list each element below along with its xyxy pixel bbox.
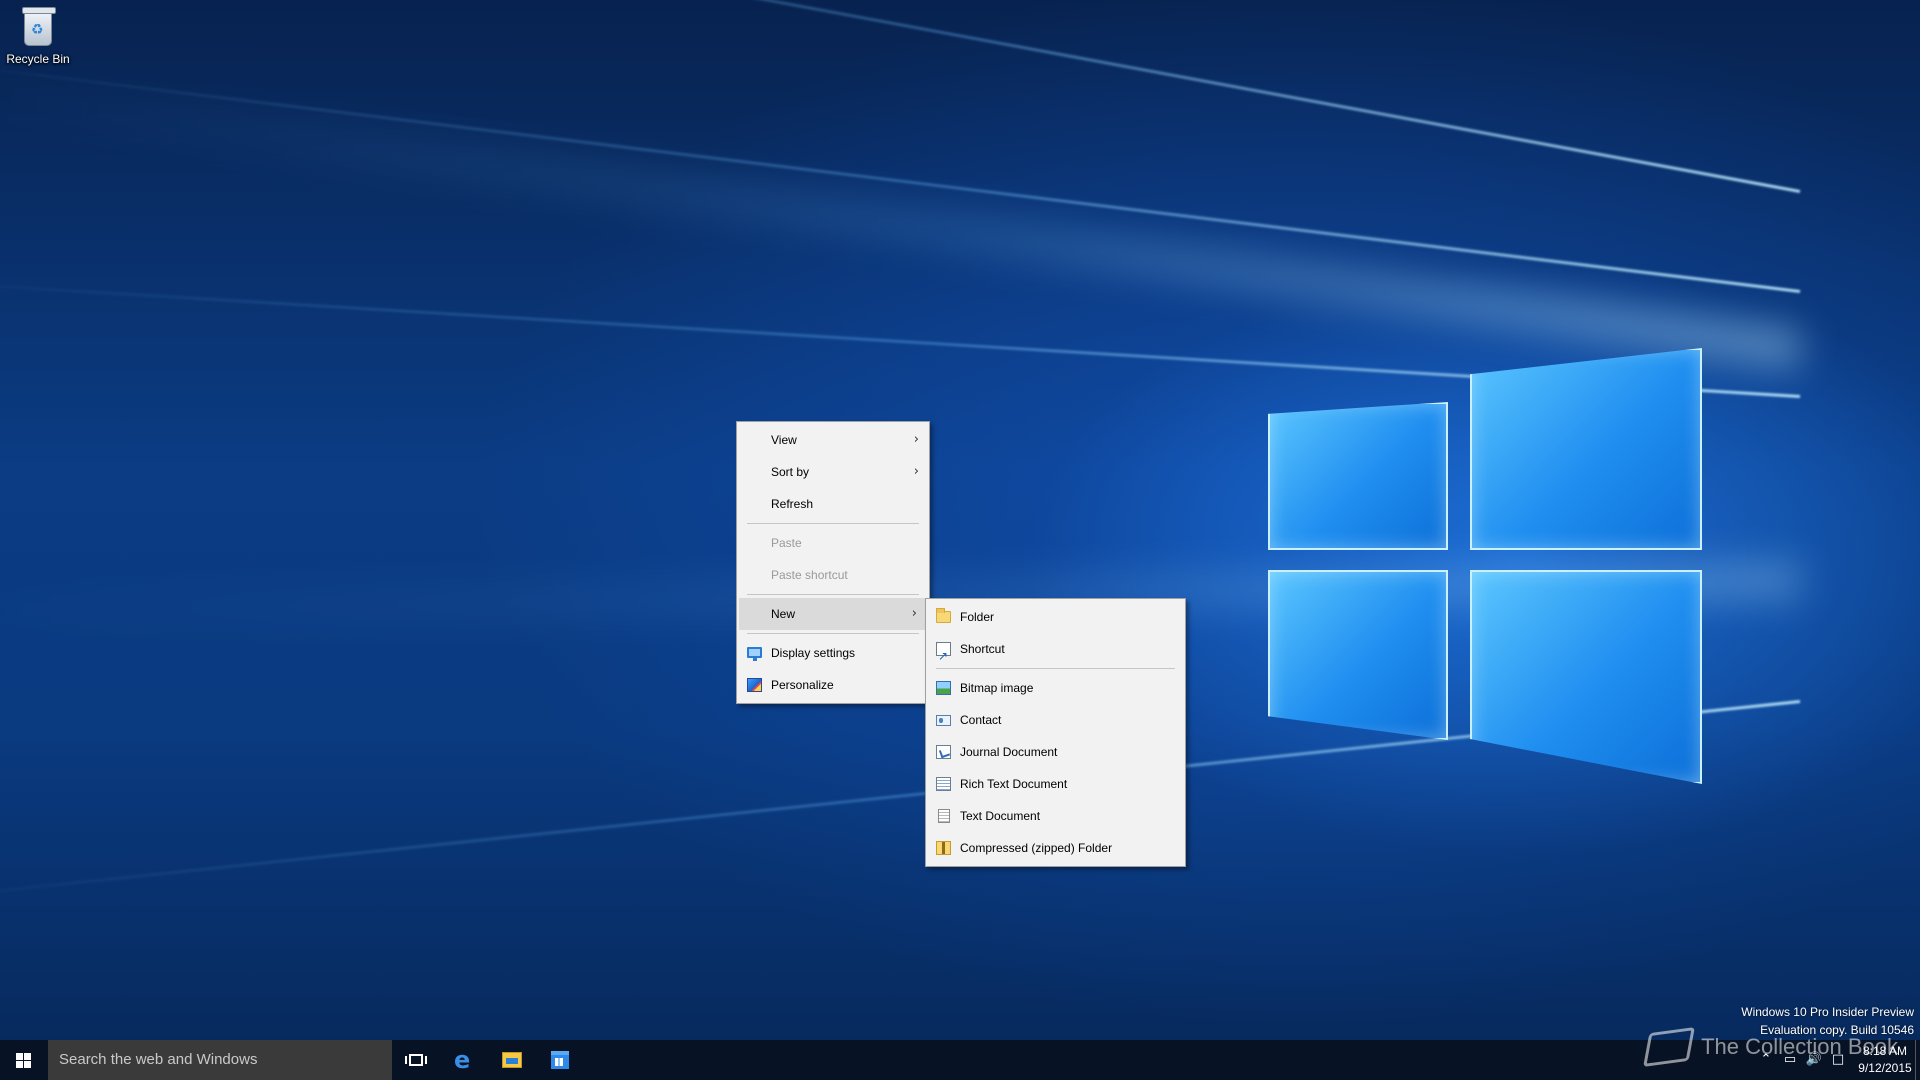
task-view-button[interactable] (392, 1040, 440, 1080)
menu-separator (936, 668, 1175, 669)
menu-item-personalize[interactable]: Personalize (737, 669, 929, 701)
store-taskbar-button[interactable] (536, 1040, 584, 1080)
menu-item-label: Journal Document (960, 745, 1058, 759)
desktop-wallpaper[interactable]: ♻ Recycle Bin (0, 0, 1920, 1040)
show-desktop-button[interactable] (1915, 1040, 1920, 1080)
watermark-line-edition: Windows 10 Pro Insider Preview (1741, 1005, 1914, 1019)
submenu-item-bitmap[interactable]: Bitmap image (926, 672, 1185, 704)
menu-item-label: Refresh (771, 497, 814, 511)
clock-date: 9/12/2015 (1858, 1061, 1912, 1075)
recycle-bin-label: Recycle Bin (6, 52, 70, 66)
menu-item-label: Sort by (771, 465, 810, 479)
volume-icon[interactable]: 🔊 (1802, 1040, 1826, 1080)
submenu-item-text-document[interactable]: Text Document (926, 800, 1185, 832)
menu-separator (747, 594, 919, 595)
windows-logo-wallpaper (1260, 340, 1720, 790)
network-icon[interactable]: ▭ (1778, 1040, 1802, 1080)
menu-item-paste-shortcut[interactable]: Paste shortcut (737, 559, 929, 591)
menu-item-view[interactable]: View › (737, 424, 929, 456)
windows-start-icon (16, 1053, 32, 1068)
light-beam (0, 65, 1803, 370)
light-beam (0, 0, 1801, 193)
menu-item-label: Text Document (960, 809, 1041, 823)
search-placeholder: Search the web and Windows (59, 1051, 258, 1068)
recycle-bin-desktop-icon[interactable]: ♻ Recycle Bin (4, 6, 72, 78)
menu-item-label: Shortcut (960, 642, 1005, 656)
menu-item-label: Folder (960, 610, 995, 624)
menu-item-sort-by[interactable]: Sort by › (737, 456, 929, 488)
menu-item-paste[interactable]: Paste (737, 527, 929, 559)
folder-icon (936, 608, 951, 623)
menu-item-label: View (771, 433, 797, 447)
store-icon (551, 1051, 569, 1069)
menu-item-label: Personalize (771, 678, 834, 692)
chevron-right-icon: › (911, 606, 917, 621)
search-box[interactable]: Search the web and Windows (48, 1040, 392, 1080)
menu-item-label: Bitmap image (960, 681, 1034, 695)
clock-time: 8:18 AM (1862, 1044, 1908, 1058)
journal-icon (936, 745, 951, 759)
menu-item-label: Paste shortcut (771, 568, 848, 582)
menu-item-label: New (771, 607, 796, 621)
bitmap-icon (936, 681, 951, 695)
text-document-icon (938, 809, 950, 823)
submenu-item-rich-text[interactable]: Rich Text Document (926, 768, 1185, 800)
submenu-item-journal[interactable]: Journal Document (926, 736, 1185, 768)
new-submenu: Folder Shortcut Bitmap image Contact Jou… (925, 598, 1186, 867)
menu-item-label: Compressed (zipped) Folder (960, 841, 1113, 855)
chevron-right-icon: › (913, 464, 919, 479)
recycle-bin-icon: ♻ (22, 7, 56, 46)
menu-item-label: Paste (771, 536, 802, 550)
file-explorer-icon (502, 1052, 522, 1068)
desktop-context-menu: View › Sort by › Refresh Paste Paste sho… (736, 421, 930, 704)
menu-item-label: Display settings (771, 646, 856, 660)
display-icon (747, 647, 762, 661)
watermark-line-build: Evaluation copy. Build 10546 (1760, 1023, 1914, 1037)
clock[interactable]: 8:18 AM 9/12/2015 (1850, 1043, 1920, 1077)
file-explorer-taskbar-button[interactable] (488, 1040, 536, 1080)
submenu-item-contact[interactable]: Contact (926, 704, 1185, 736)
personalize-icon (747, 678, 762, 692)
menu-separator (747, 633, 919, 634)
taskbar: Search the web and Windows e ⌃ ▭ 🔊 □ 8:1… (0, 1040, 1920, 1080)
chevron-right-icon: › (913, 432, 919, 447)
menu-item-new[interactable]: New › (739, 598, 927, 630)
submenu-item-shortcut[interactable]: Shortcut (926, 633, 1185, 672)
menu-item-refresh[interactable]: Refresh (737, 488, 929, 520)
rich-text-icon (936, 777, 951, 791)
zip-folder-icon (936, 841, 951, 855)
menu-separator (747, 523, 919, 524)
menu-item-label: Contact (960, 713, 1002, 727)
light-beam (0, 58, 1801, 293)
edge-icon: e (454, 1046, 471, 1074)
system-tray: ⌃ ▭ 🔊 □ 8:18 AM 9/12/2015 (1754, 1040, 1920, 1080)
submenu-item-folder[interactable]: Folder (926, 601, 1185, 633)
start-button[interactable] (0, 1040, 48, 1080)
shortcut-icon (936, 640, 951, 672)
build-watermark: Windows 10 Pro Insider Preview Evaluatio… (1741, 1003, 1914, 1039)
menu-item-display-settings[interactable]: Display settings (737, 637, 929, 669)
action-center-icon[interactable]: □ (1826, 1040, 1850, 1080)
submenu-item-zip-folder[interactable]: Compressed (zipped) Folder (926, 832, 1185, 864)
edge-taskbar-button[interactable]: e (440, 1040, 488, 1080)
menu-item-label: Rich Text Document (960, 777, 1068, 791)
chevron-up-icon[interactable]: ⌃ (1754, 1040, 1778, 1080)
contact-icon (936, 715, 951, 726)
